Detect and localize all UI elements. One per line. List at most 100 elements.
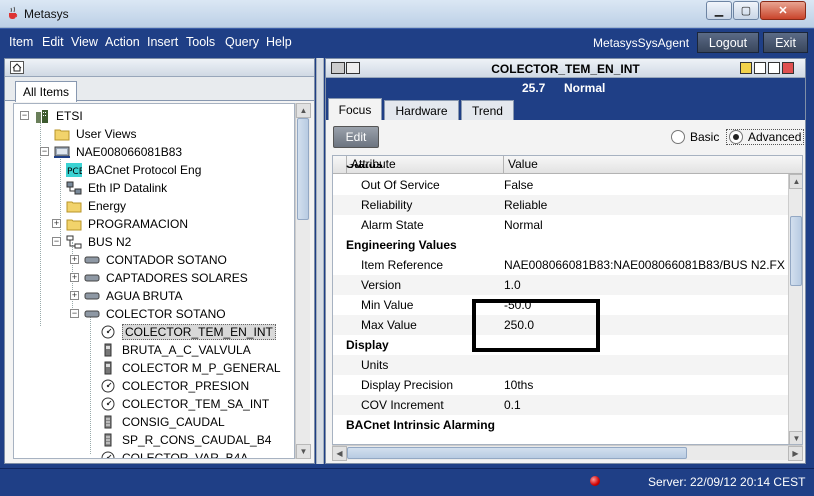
radio-advanced[interactable]: Advanced (726, 129, 805, 145)
tree-item-label: CAPTADORES SOLARES (106, 271, 248, 285)
grid-row[interactable]: Display Precision 10ths (333, 375, 788, 395)
tree-connector-line (90, 314, 91, 454)
exit-button[interactable]: Exit (763, 32, 808, 53)
menu-insert[interactable]: Insert (147, 35, 178, 49)
scroll-up-icon[interactable]: ▲ (789, 174, 802, 189)
tree-item[interactable]: NAE008066081B83 (54, 143, 182, 161)
scroll-down-icon[interactable]: ▼ (296, 444, 311, 459)
edit-button[interactable]: Edit (333, 126, 379, 148)
tree-item[interactable]: ETSI (34, 107, 83, 125)
scroll-thumb[interactable] (790, 216, 802, 286)
maximize-button[interactable]: ▢ (733, 1, 759, 20)
tree-item[interactable]: PROGRAMACION (66, 215, 188, 233)
analog-input-icon (100, 451, 116, 458)
radio-basic-label: Basic (690, 130, 720, 144)
radio-circle-selected[interactable] (729, 130, 743, 144)
agent-label: MetasysSysAgent (593, 36, 690, 50)
tree-item[interactable]: BUS N2 (66, 233, 131, 251)
tree-item-label: COLECTOR_VAR_B4A (122, 451, 249, 459)
grid-row[interactable]: Alarm State Normal (333, 215, 788, 235)
tree-item[interactable]: COLECTOR_PRESION (100, 377, 249, 395)
scroll-thumb[interactable] (297, 118, 309, 220)
annotation-highlight-box (472, 299, 600, 352)
scroll-left-icon[interactable]: ◀ (332, 446, 347, 461)
grid-horizontal-scrollbar[interactable]: ◀ ▶ (332, 445, 803, 461)
restore-icon[interactable] (754, 62, 766, 74)
radio-basic[interactable]: Basic (671, 129, 719, 145)
grid-row[interactable]: COV Increment 0.1 (333, 395, 788, 415)
collapse-node-icon[interactable]: − (52, 237, 61, 246)
tree-item-label: BRUTA_A_C_VALVULA (122, 343, 251, 357)
scroll-right-icon[interactable]: ▶ (788, 446, 803, 461)
grid-row[interactable]: Item Reference NAE008066081B83:NAE0080660… (333, 255, 788, 275)
tab-hardware[interactable]: Hardware (384, 100, 459, 120)
close-icon[interactable] (782, 62, 794, 74)
grid-row[interactable]: Out Of Service False (333, 175, 788, 195)
building-icon (34, 109, 50, 123)
tree-item[interactable]: COLECTOR SOTANO (84, 305, 226, 323)
tree-item[interactable]: COLECTOR_VAR_B4A (100, 449, 249, 459)
menu-query[interactable]: Query (225, 35, 259, 49)
tree-item[interactable]: SP_R_CONS_CAUDAL_B4 (100, 431, 271, 449)
tab-focus[interactable]: Focus (328, 98, 382, 120)
details-tabs: Focus Hardware Trend (326, 98, 805, 120)
binary-output-icon (100, 361, 116, 375)
navigation-tree: − ETSI User Views − NAE008066081B83 PCE BACnet… (13, 103, 295, 459)
tree-item[interactable]: AGUA BRUTA (84, 287, 182, 305)
logout-button[interactable]: Logout (697, 32, 759, 53)
grid-scrollbar[interactable]: ▲ ▼ (788, 174, 802, 444)
menu-view[interactable]: View (71, 35, 98, 49)
tree-item[interactable]: Energy (66, 197, 126, 215)
collapse-node-icon[interactable]: − (70, 309, 79, 318)
home-icon[interactable] (10, 61, 24, 74)
tree-item[interactable]: User Views (54, 125, 136, 143)
bus-icon (66, 235, 82, 249)
grid-row[interactable]: Version 1.0 (333, 275, 788, 295)
collapse-node-icon[interactable]: − (20, 111, 29, 120)
tree-item-label: ETSI (56, 109, 83, 123)
tree-item[interactable]: CONTADOR SOTANO (84, 251, 227, 269)
tab-all-items[interactable]: All Items (15, 81, 77, 102)
close-button[interactable]: ✕ (760, 1, 806, 20)
tree-item[interactable]: COLECTOR M_P_GENERAL (100, 359, 281, 377)
grid-attribute-value: 1.0 (504, 278, 521, 292)
tree-item[interactable]: COLECTOR_TEM_EN_INT (100, 323, 276, 341)
maximize-icon[interactable] (768, 62, 780, 74)
menu-help[interactable]: Help (266, 35, 292, 49)
pane-splitter[interactable] (316, 58, 324, 464)
tree-item[interactable]: BRUTA_A_C_VALVULA (100, 341, 251, 359)
expand-node-icon[interactable]: + (52, 219, 61, 228)
menu-item[interactable]: Item (9, 35, 33, 49)
tree-item-label: NAE008066081B83 (76, 145, 183, 159)
tree-item[interactable]: CAPTADORES SOLARES (84, 269, 248, 287)
menu-tools[interactable]: Tools (186, 35, 215, 49)
tree-item[interactable]: COLECTOR_TEM_SA_INT (100, 395, 269, 413)
object-status: Normal (564, 81, 606, 95)
tree-scrollbar[interactable]: ▲ ▼ (295, 103, 311, 459)
collapse-node-icon[interactable]: − (40, 147, 49, 156)
tree-item[interactable]: CONSIG_CAUDAL (100, 413, 225, 431)
expand-node-icon[interactable]: + (70, 255, 79, 264)
scroll-down-icon[interactable]: ▼ (789, 431, 802, 444)
expand-node-icon[interactable]: + (70, 291, 79, 300)
menu-edit[interactable]: Edit (42, 35, 64, 49)
radio-circle[interactable] (671, 130, 685, 144)
grid-row[interactable]: Units (333, 355, 788, 375)
analog-output-icon (100, 415, 116, 429)
scroll-thumb[interactable] (347, 447, 687, 459)
tree-item[interactable]: Eth IP Datalink (66, 179, 167, 197)
lock-icon[interactable] (740, 62, 752, 74)
analog-output-icon (100, 433, 116, 447)
tree-item-label: COLECTOR_PRESION (122, 379, 250, 393)
grid-row[interactable]: Reliability Reliable (333, 195, 788, 215)
tab-trend[interactable]: Trend (461, 100, 514, 120)
menu-action[interactable]: Action (105, 35, 140, 49)
minimize-icon: ▁ (714, 5, 724, 17)
scroll-up-icon[interactable]: ▲ (296, 103, 311, 118)
minimize-button[interactable]: ▁ (706, 1, 732, 20)
binary-output-icon (100, 343, 116, 357)
grid-attribute-name: BACnet Intrinsic Alarming (346, 418, 495, 432)
folder-icon (66, 217, 82, 231)
tree-item[interactable]: PCE BACnet Protocol Eng (66, 161, 201, 179)
expand-node-icon[interactable]: + (70, 273, 79, 282)
